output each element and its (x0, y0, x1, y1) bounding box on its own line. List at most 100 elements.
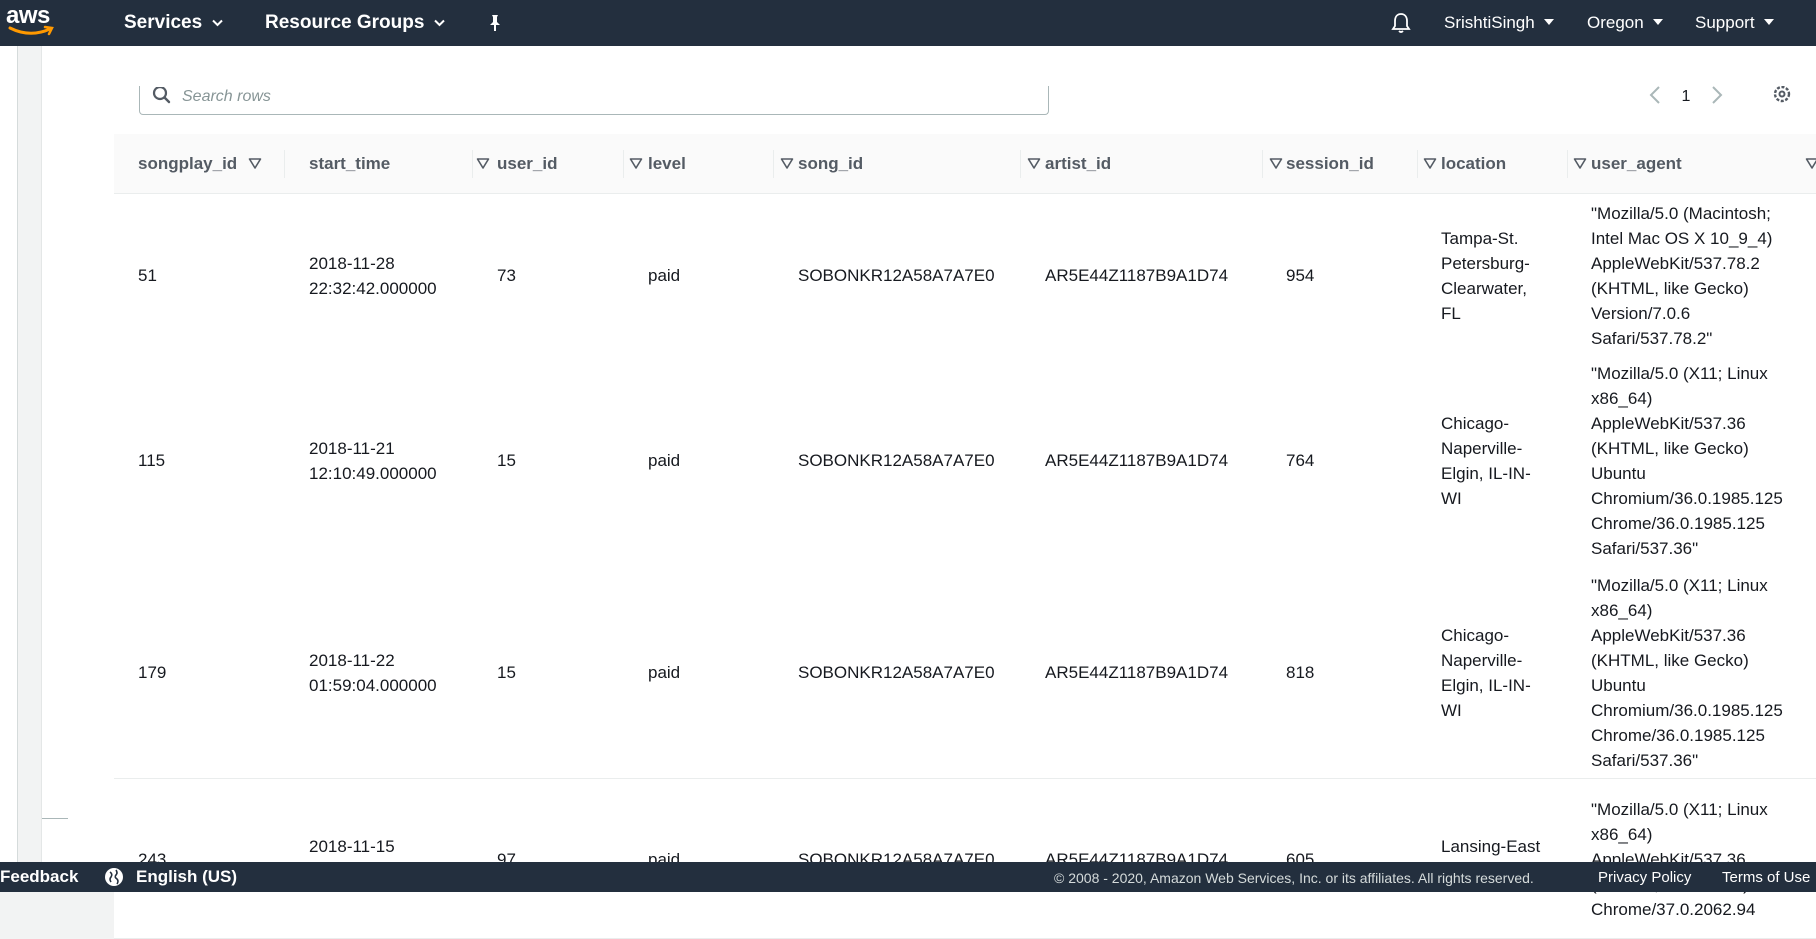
sort-down-icon[interactable] (780, 156, 794, 170)
column-header-songplay-id[interactable]: songplay_id (138, 134, 288, 194)
resource-groups-menu[interactable]: Resource Groups (265, 0, 446, 46)
chevron-down-icon (1652, 17, 1663, 29)
cell-value: 818 (1286, 663, 1315, 682)
user-account-menu[interactable]: SrishtiSingh (1444, 0, 1554, 46)
table-cell-song-id: SOBONKR12A58A7A7E0 (798, 566, 1028, 779)
column-header-user-agent[interactable]: user_agent (1591, 134, 1816, 194)
sort-down-icon[interactable] (629, 156, 643, 170)
cell-value: SOBONKR12A58A7A7E0 (798, 266, 995, 285)
sort-down-icon[interactable] (1423, 156, 1437, 170)
cell-value: Chicago-Naperville-Elgin, IL-IN-WI (1441, 413, 1531, 508)
aws-logo[interactable]: aws (6, 2, 58, 42)
cell-value: 179 (138, 663, 167, 682)
aws-smile-icon (8, 25, 54, 36)
table-cell-songplay-id: 51 (138, 194, 293, 357)
table-cell-level: paid (648, 354, 788, 567)
column-header-label: start_time (309, 154, 391, 173)
column-separator[interactable] (472, 150, 473, 178)
cell-value: 15 (497, 451, 516, 470)
search-box[interactable] (139, 86, 1049, 115)
table-cell-songplay-id: 115 (138, 354, 293, 567)
column-header-label: artist_id (1045, 154, 1112, 173)
sort-down-icon[interactable] (1269, 156, 1283, 170)
table-cell-songplay-id: 179 (138, 566, 293, 779)
results-panel: 1 songplay_id start_time user_id level song_… (42, 46, 1816, 939)
column-header-label: user_id (497, 154, 558, 173)
language-selector[interactable]: English (US) (104, 867, 237, 887)
support-menu[interactable]: Support (1695, 0, 1774, 46)
table-cell-user-id: 97 (497, 779, 637, 939)
cell-value: paid (648, 266, 681, 285)
language-label: English (US) (136, 867, 238, 886)
table-cell-songplay-id: 243 (138, 779, 293, 939)
bell-icon (1391, 13, 1411, 33)
column-separator[interactable] (1262, 150, 1263, 178)
column-separator[interactable] (773, 150, 774, 178)
chevron-left-icon (1649, 86, 1660, 104)
left-gutter (18, 46, 42, 862)
table-row[interactable]: 179 2018-11-22 01:59:04.000000 15 paid SOBON… (114, 566, 1816, 779)
column-header-start-time[interactable]: start_time (309, 134, 494, 194)
column-header-user-id[interactable]: user_id (497, 134, 647, 194)
column-header-level[interactable]: level (648, 134, 798, 194)
table-row[interactable]: 51 2018-11-28 22:32:42.000000 73 paid SOBONK… (114, 194, 1816, 357)
table-cell-user-agent: "Mozilla/5.0 (X11; Linux x86_64) AppleWe… (1591, 566, 1796, 779)
gear-icon[interactable] (1770, 86, 1794, 108)
table-cell-start-time: 2018-11-28 22:32:42.000000 (309, 194, 449, 357)
table-cell-user-id: 15 (497, 566, 637, 779)
cell-value: 2018-11-28 22:32:42.000000 (309, 253, 437, 298)
table-cell-start-time: 2018-11-15 15:09:58.000000 (309, 779, 449, 939)
chevron-down-icon (434, 16, 446, 30)
column-header-location[interactable]: location (1441, 134, 1591, 194)
table-cell-level: paid (648, 566, 788, 779)
column-header-artist-id[interactable]: artist_id (1045, 134, 1287, 194)
sort-down-icon[interactable] (1027, 156, 1041, 170)
table-cell-user-id: 73 (497, 194, 637, 357)
support-label: Support (1695, 13, 1755, 32)
cell-value: 73 (497, 266, 516, 285)
table-row[interactable]: 115 2018-11-21 12:10:49.000000 15 paid SOBON… (114, 354, 1816, 567)
table-row[interactable]: 2432018-11-15 15:09:58.000000 97paidSOBON… (114, 779, 1816, 939)
sort-down-icon[interactable] (476, 156, 490, 170)
cell-value: AR5E44Z1187B9A1D74 (1045, 663, 1229, 682)
table-cell-user-agent: "Mozilla/5.0 (Macintosh; Intel Mac OS X … (1591, 194, 1796, 357)
cell-value: "Mozilla/5.0 (X11; Linux x86_64) AppleWe… (1591, 575, 1783, 770)
column-separator[interactable] (1020, 150, 1021, 178)
services-label: Services (124, 12, 203, 33)
column-separator[interactable] (623, 150, 624, 178)
sort-down-icon[interactable] (1805, 156, 1816, 170)
next-page-button[interactable] (1700, 83, 1734, 111)
search-input[interactable] (182, 86, 1022, 108)
table-cell-artist-id: AR5E44Z1187B9A1D74 (1045, 194, 1275, 357)
sort-down-icon[interactable] (1573, 156, 1587, 170)
table-cell-song-id: SOBONKR12A58A7A7E0 (798, 354, 1028, 567)
column-separator[interactable] (1417, 150, 1418, 178)
column-header-song-id[interactable]: song_id (798, 134, 1045, 194)
current-page-number[interactable]: 1 (1672, 88, 1700, 106)
sort-down-icon[interactable] (248, 156, 262, 170)
cell-value: SOBONKR12A58A7A7E0 (798, 663, 995, 682)
cell-value: paid (648, 663, 681, 682)
resource-groups-label: Resource Groups (265, 12, 425, 33)
region-menu[interactable]: Oregon (1587, 0, 1663, 46)
terms-of-use-link[interactable]: Terms of Use (1722, 869, 1810, 886)
table-cell-level: paid (648, 779, 788, 939)
pin-button[interactable] (487, 0, 503, 46)
table-cell-start-time: 2018-11-22 01:59:04.000000 (309, 566, 449, 779)
column-header-label: song_id (798, 154, 864, 173)
cell-value: "Mozilla/5.0 (X11; Linux x86_64) AppleWe… (1591, 363, 1783, 558)
footer-bar: Feedback English (US) © 2008 - 2020, Ama… (0, 862, 1816, 892)
column-separator[interactable] (284, 150, 285, 178)
previous-page-button[interactable] (1638, 83, 1672, 111)
chevron-down-icon (1763, 17, 1774, 29)
cell-value: SOBONKR12A58A7A7E0 (798, 451, 995, 470)
services-menu[interactable]: Services (124, 0, 223, 46)
search-icon (152, 87, 171, 104)
table-cell-level: paid (648, 194, 788, 357)
chevron-right-icon (1712, 86, 1723, 104)
notifications-button[interactable] (1390, 0, 1412, 46)
privacy-policy-link[interactable]: Privacy Policy (1598, 869, 1691, 886)
table-cell-song-id: SOBONKR12A58A7A7E0 (798, 194, 1028, 357)
column-separator[interactable] (1567, 150, 1568, 178)
feedback-link[interactable]: Feedback (0, 867, 78, 887)
